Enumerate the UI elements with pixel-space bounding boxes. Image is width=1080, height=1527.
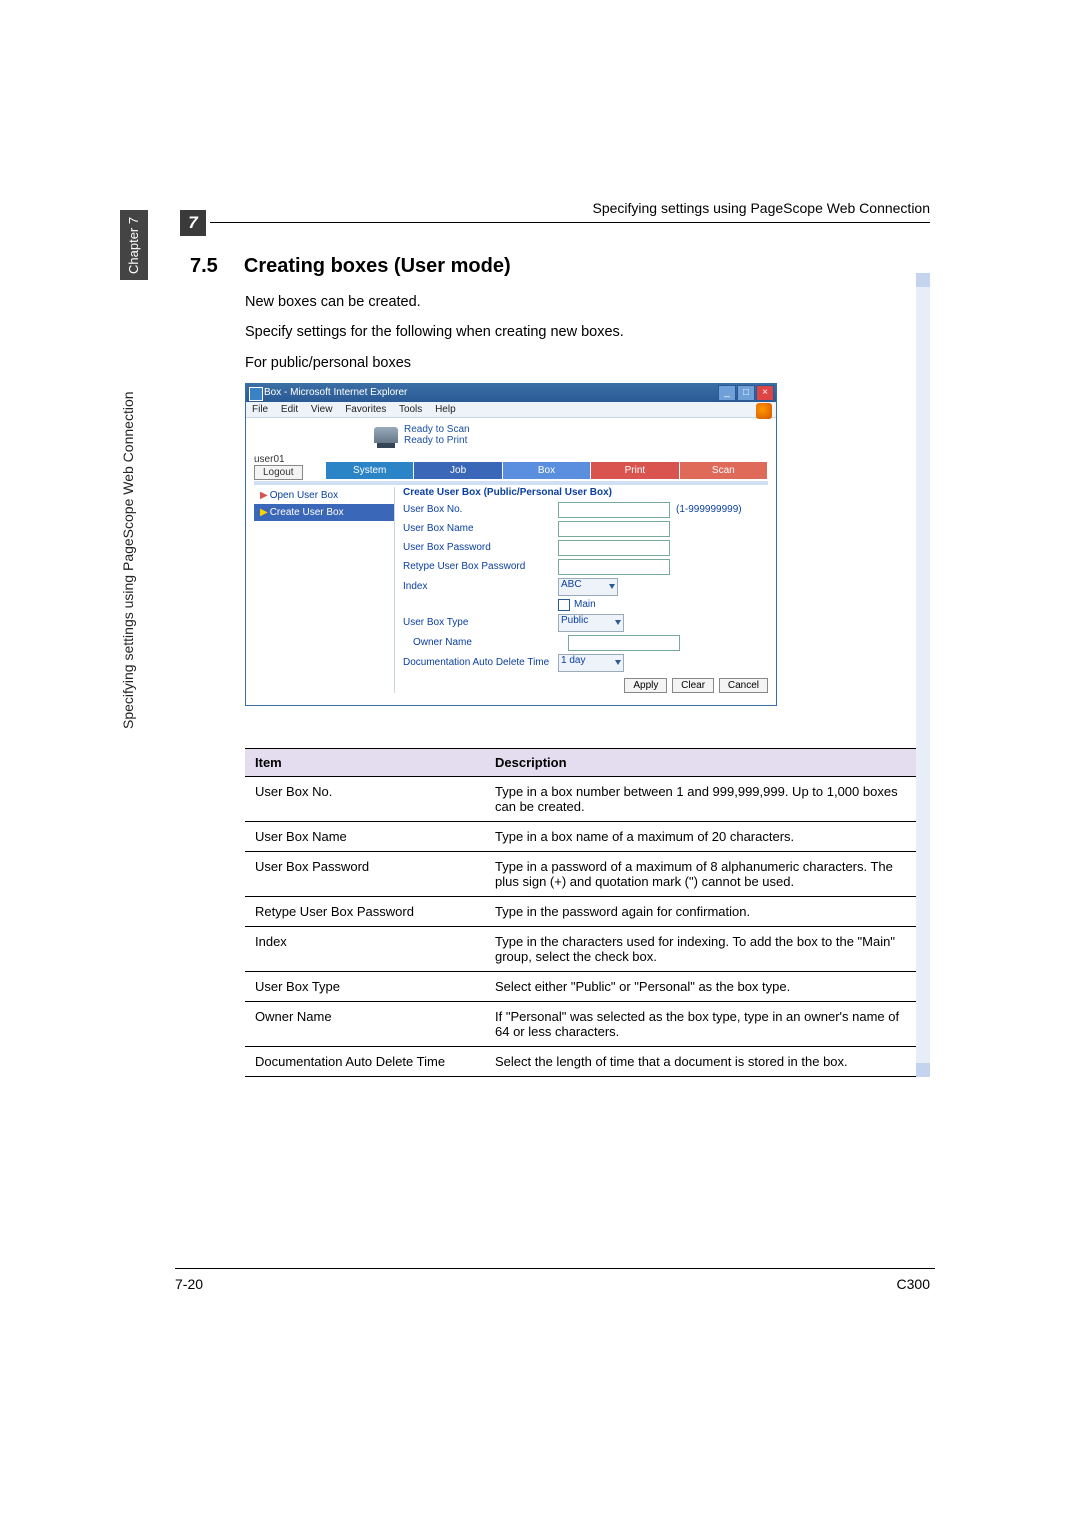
cell-description: Select either "Public" or "Personal" as … <box>485 971 925 1001</box>
table-row: User Box TypeSelect either "Public" or "… <box>245 971 925 1001</box>
tab-system[interactable]: System <box>326 462 414 479</box>
label-user-box-name: User Box Name <box>403 523 558 534</box>
label-retype-password: Retype User Box Password <box>403 561 558 572</box>
section-title: Creating boxes (User mode) <box>244 255 511 278</box>
logout-button[interactable]: Logout <box>254 465 303 480</box>
menu-tools[interactable]: Tools <box>399 404 422 415</box>
status-scan: Ready to Scan <box>404 424 470 435</box>
cell-item: User Box Name <box>245 821 485 851</box>
label-user-box-no: User Box No. <box>403 504 558 515</box>
cell-description: If "Personal" was selected as the box ty… <box>485 1001 925 1046</box>
menu-file[interactable]: File <box>252 404 268 415</box>
apply-button[interactable]: Apply <box>624 678 667 693</box>
table-row: User Box No.Type in a box number between… <box>245 776 925 821</box>
body-p2: Specify settings for the following when … <box>245 322 930 342</box>
body-p1: New boxes can be created. <box>245 292 930 312</box>
screenshot-window: Box - Microsoft Internet Explorer _ □ × … <box>245 383 777 706</box>
label-doc-auto-delete: Documentation Auto Delete Time <box>403 657 558 668</box>
window-title-text: Box - Microsoft Internet Explorer <box>264 387 407 398</box>
cell-description: Type in a box name of a maximum of 20 ch… <box>485 821 925 851</box>
input-owner-name[interactable] <box>568 635 680 651</box>
form-heading: Create User Box (Public/Personal User Bo… <box>403 487 768 498</box>
header-rule <box>210 222 930 223</box>
cell-item: User Box No. <box>245 776 485 821</box>
footer-model: C300 <box>897 1276 930 1292</box>
table-row: Documentation Auto Delete TimeSelect the… <box>245 1046 925 1076</box>
side-running-title: Specifying settings using PageScope Web … <box>120 300 148 820</box>
scroll-up-icon[interactable] <box>916 273 930 287</box>
footer-rule <box>175 1268 935 1269</box>
menu-bar: File Edit View Favorites Tools Help <box>246 402 776 418</box>
sidebar-item-open-box[interactable]: ▶Open User Box <box>254 487 394 504</box>
cell-item: Retype User Box Password <box>245 896 485 926</box>
cell-description: Type in the characters used for indexing… <box>485 926 925 971</box>
table-row: User Box NameType in a box name of a max… <box>245 821 925 851</box>
scrollbar[interactable] <box>916 273 930 1077</box>
cell-description: Type in a box number between 1 and 999,9… <box>485 776 925 821</box>
col-description: Description <box>485 748 925 776</box>
tab-job[interactable]: Job <box>414 462 502 479</box>
cell-description: Type in the password again for confirmat… <box>485 896 925 926</box>
section-body: New boxes can be created. Specify settin… <box>245 292 930 373</box>
window-titlebar: Box - Microsoft Internet Explorer _ □ × <box>246 384 776 402</box>
section-number: 7.5 <box>190 255 240 278</box>
tab-box[interactable]: Box <box>503 462 591 479</box>
select-index[interactable]: ABC <box>558 578 618 596</box>
sidebar-item-create-box[interactable]: ▶Create User Box <box>254 504 394 521</box>
scroll-down-icon[interactable] <box>916 1063 930 1077</box>
minimize-icon[interactable]: _ <box>718 385 736 401</box>
table-row: Retype User Box PasswordType in the pass… <box>245 896 925 926</box>
tab-print[interactable]: Print <box>591 462 679 479</box>
input-user-box-password[interactable] <box>558 540 670 556</box>
cancel-button[interactable]: Cancel <box>719 678 768 693</box>
label-owner-name: Owner Name <box>403 637 568 648</box>
select-user-box-type[interactable]: Public <box>558 614 624 632</box>
menu-view[interactable]: View <box>311 404 333 415</box>
input-user-box-name[interactable] <box>558 521 670 537</box>
cell-item: Index <box>245 926 485 971</box>
cell-item: User Box Type <box>245 971 485 1001</box>
cell-item: Owner Name <box>245 1001 485 1046</box>
table-row: User Box PasswordType in a password of a… <box>245 851 925 896</box>
status-print: Ready to Print <box>404 435 470 446</box>
select-doc-auto-delete[interactable]: 1 day <box>558 654 624 672</box>
table-row: Owner NameIf "Personal" was selected as … <box>245 1001 925 1046</box>
menu-favorites[interactable]: Favorites <box>345 404 386 415</box>
side-chapter-tab: Chapter 7 <box>120 210 148 280</box>
label-user-box-type: User Box Type <box>403 617 558 628</box>
hint-user-box-no: (1-999999999) <box>676 504 742 515</box>
label-index: Index <box>403 581 558 592</box>
cell-item: Documentation Auto Delete Time <box>245 1046 485 1076</box>
footer-page: 7-20 <box>175 1276 203 1292</box>
cell-item: User Box Password <box>245 851 485 896</box>
tab-separator <box>254 481 768 485</box>
clear-button[interactable]: Clear <box>672 678 714 693</box>
description-table: Item Description User Box No.Type in a b… <box>245 748 925 1077</box>
input-user-box-no[interactable] <box>558 502 670 518</box>
maximize-icon[interactable]: □ <box>737 385 755 401</box>
label-main: Main <box>574 599 596 610</box>
printer-icon <box>374 427 398 443</box>
body-p3: For public/personal boxes <box>245 353 930 373</box>
cell-description: Select the length of time that a documen… <box>485 1046 925 1076</box>
header-running-title: Specifying settings using PageScope Web … <box>592 200 930 216</box>
ie-logo-icon <box>756 403 772 419</box>
label-user-box-password: User Box Password <box>403 542 558 553</box>
table-row: IndexType in the characters used for ind… <box>245 926 925 971</box>
input-retype-password[interactable] <box>558 559 670 575</box>
close-icon[interactable]: × <box>756 385 774 401</box>
menu-help[interactable]: Help <box>435 404 456 415</box>
col-item: Item <box>245 748 485 776</box>
chapter-number-badge: 7 <box>180 210 206 236</box>
cell-description: Type in a password of a maximum of 8 alp… <box>485 851 925 896</box>
tab-scan[interactable]: Scan <box>680 462 768 479</box>
menu-edit[interactable]: Edit <box>281 404 298 415</box>
checkbox-main[interactable] <box>558 599 570 611</box>
